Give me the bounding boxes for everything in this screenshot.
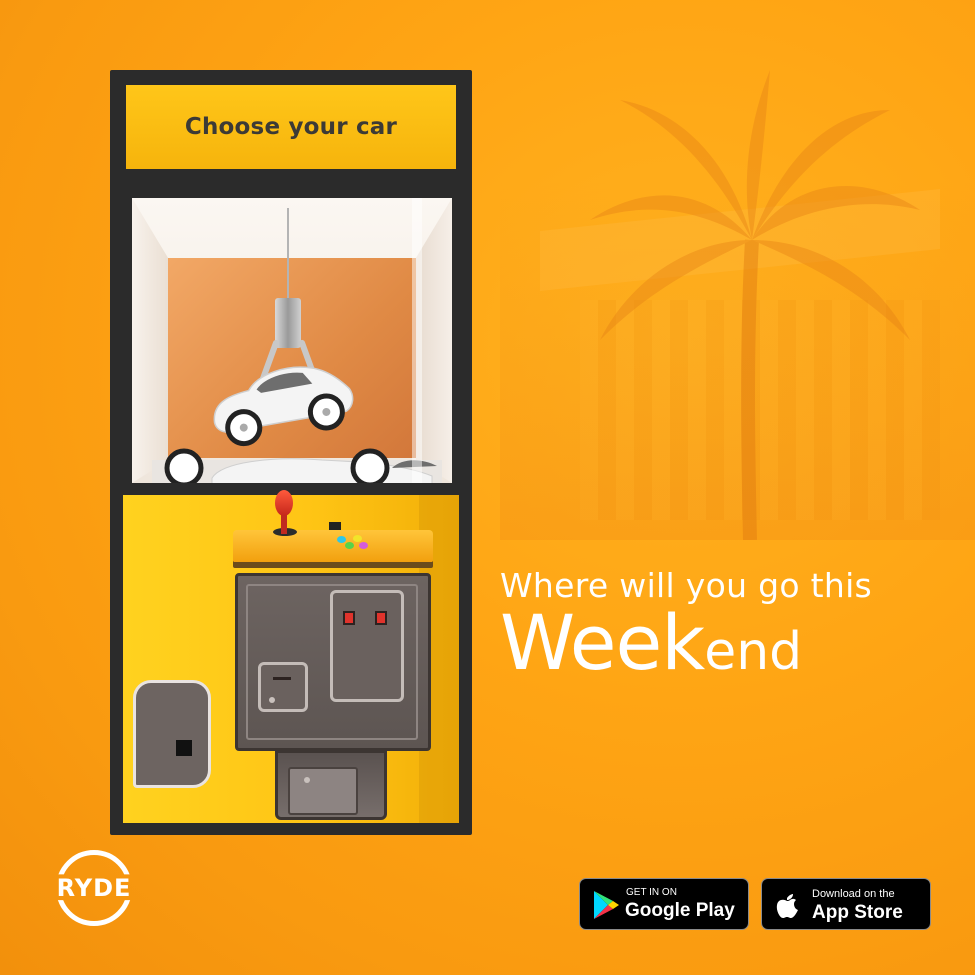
google-play-badge[interactable]: GET IN ON Google Play (579, 878, 749, 930)
prize-chute-flap (288, 767, 358, 815)
apple-badge-small-text: Download on the (812, 888, 895, 900)
floor-cars-icon (152, 448, 442, 483)
google-badge-small-text: GET IN ON (626, 887, 677, 898)
green-button[interactable] (345, 542, 354, 549)
apple-badge-big-text: App Store (812, 902, 903, 923)
coin-cabinet (235, 573, 431, 751)
door-knob (269, 697, 275, 703)
coin-light-left (343, 611, 355, 625)
machine-sign: Choose your car (123, 82, 459, 172)
claw-machine: Choose your car (110, 70, 472, 835)
blue-button[interactable] (337, 536, 346, 543)
chute-knob (304, 777, 310, 783)
glass-window (132, 198, 452, 483)
machine-base (123, 490, 459, 823)
coin-door[interactable] (330, 590, 404, 702)
yellow-button[interactable] (353, 535, 362, 542)
headline-end: end (704, 622, 803, 682)
apple-icon (776, 894, 798, 918)
coin-light-right (375, 611, 387, 625)
side-door-slot (176, 740, 192, 756)
palm-tree-illustration (590, 70, 920, 540)
purple-button[interactable] (359, 542, 368, 549)
joystick-icon[interactable] (275, 490, 293, 516)
ryde-logo: RYDE (44, 850, 144, 928)
google-play-icon (594, 891, 619, 919)
prize-chute[interactable] (275, 750, 387, 820)
side-panel-door (133, 680, 211, 788)
logo-text: RYDE (56, 874, 132, 902)
app-store-badge[interactable]: Download on the App Store (761, 878, 931, 930)
glass-shine (412, 198, 422, 483)
coin-slot (273, 677, 291, 680)
google-badge-big-text: Google Play (625, 900, 735, 921)
headline: Where will you go this Weekend (500, 566, 960, 681)
claw-rope (287, 208, 289, 308)
machine-sign-label: Choose your car (184, 114, 398, 140)
headline-line2: Weekend (500, 605, 960, 681)
headline-week: Week (500, 598, 705, 687)
control-panel (233, 490, 433, 562)
car-icon (213, 366, 354, 447)
claw-icon (275, 298, 301, 348)
control-switch (329, 522, 341, 530)
service-door[interactable] (258, 662, 308, 712)
